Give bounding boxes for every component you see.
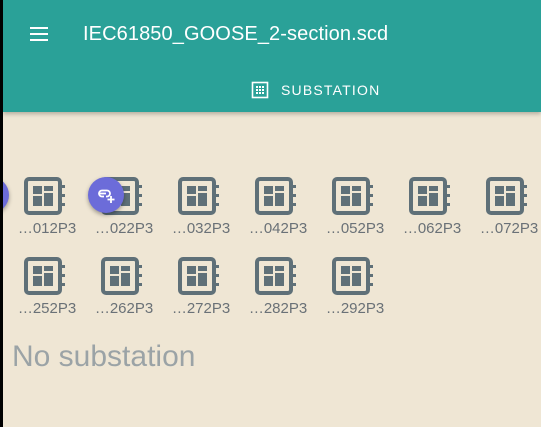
link-add-icon — [98, 189, 115, 203]
menu-icon[interactable] — [27, 22, 51, 46]
ied-item[interactable]: …262P3 — [88, 252, 153, 324]
dashboard-grid-icon — [251, 81, 269, 99]
ied-item[interactable]: …032P3 — [165, 172, 230, 244]
ied-label: …072P3 — [479, 220, 539, 237]
top-app-bar: IEC61850_GOOSE_2-section.scd SUBSTATION — [3, 0, 541, 112]
empty-state-text: No substation — [12, 340, 196, 373]
ied-device-icon — [178, 257, 219, 295]
ied-item[interactable]: …282P3 — [242, 252, 307, 324]
app-window: IEC61850_GOOSE_2-section.scd SUBSTATION … — [3, 0, 541, 427]
tab-substation[interactable]: SUBSTATION — [251, 72, 380, 108]
ied-label: …012P3 — [17, 220, 77, 237]
ied-label: …252P3 — [17, 300, 77, 317]
ied-item[interactable]: …052P3 — [319, 172, 384, 244]
fab-button[interactable] — [3, 177, 9, 213]
page-title: IEC61850_GOOSE_2-section.scd — [83, 23, 389, 45]
ied-label: …052P3 — [325, 220, 385, 237]
ied-item[interactable]: …042P3 — [242, 172, 307, 244]
ied-label: …022P3 — [94, 220, 154, 237]
ied-label: …292P3 — [325, 300, 385, 317]
ied-item[interactable]: …292P3 — [319, 252, 384, 324]
ied-item[interactable]: …072P3 — [473, 172, 538, 244]
ied-label: …272P3 — [171, 300, 231, 317]
link-add-button[interactable] — [88, 177, 124, 213]
ied-label: …042P3 — [248, 220, 308, 237]
ied-item[interactable]: …012P3 — [11, 172, 76, 244]
ied-device-icon — [24, 177, 65, 215]
ied-device-icon — [255, 257, 296, 295]
ied-device-icon — [178, 177, 219, 215]
ied-device-icon — [332, 177, 373, 215]
ied-device-icon — [24, 257, 65, 295]
ied-device-icon — [255, 177, 296, 215]
ied-label: …262P3 — [94, 300, 154, 317]
ied-label: …062P3 — [402, 220, 462, 237]
ied-device-icon — [409, 177, 450, 215]
ied-device-icon — [486, 177, 527, 215]
ied-item[interactable]: …272P3 — [165, 252, 230, 324]
ied-item[interactable]: …062P3 — [396, 172, 461, 244]
ied-item[interactable]: …252P3 — [11, 252, 76, 324]
tab-label: SUBSTATION — [281, 82, 381, 98]
ied-label: …032P3 — [171, 220, 231, 237]
ied-device-icon — [101, 257, 142, 295]
ied-label: …282P3 — [248, 300, 308, 317]
ied-device-icon — [332, 257, 373, 295]
